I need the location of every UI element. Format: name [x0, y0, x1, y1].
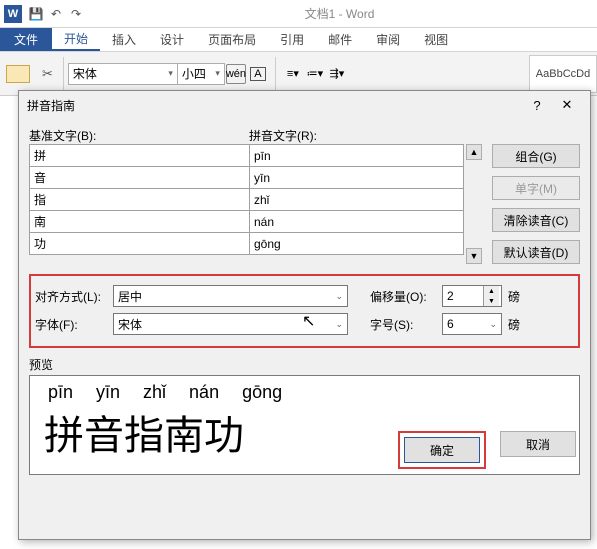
scroll-down-button[interactable]: ▼ — [466, 248, 482, 264]
ruby-cell[interactable]: pīn — [250, 145, 464, 167]
table-row: 功gōng — [30, 233, 464, 255]
spin-up-icon[interactable]: ▲ — [484, 286, 499, 296]
ribbon-tabs: 文件 开始 插入 设计 页面布局 引用 邮件 审阅 视图 — [0, 28, 597, 52]
phonetic-guide-icon[interactable]: wén — [225, 63, 247, 85]
align-select[interactable]: 居中⌄ — [113, 285, 348, 307]
dialog-titlebar: 拼音指南 ? ✕ — [19, 91, 590, 119]
ruby-cell[interactable]: yīn — [250, 167, 464, 189]
font-name-value: 宋体 — [73, 65, 97, 82]
align-label: 对齐方式(L): — [35, 288, 107, 305]
chevron-down-icon: ▾ — [168, 68, 173, 79]
combine-button[interactable]: 组合(G) — [492, 144, 580, 168]
font-label: 字体(F): — [35, 316, 107, 333]
ok-highlight: 确定 — [398, 431, 486, 469]
preview-pinyin: pīn yīn zhǐ nán gōng — [48, 382, 565, 403]
ruby-cell[interactable]: gōng — [250, 233, 464, 255]
scroll-up-button[interactable]: ▲ — [466, 144, 482, 160]
tab-design[interactable]: 设计 — [148, 28, 196, 51]
grid-scrollbar: ▲ ▼ — [466, 144, 482, 264]
size-unit: 磅 — [508, 316, 526, 333]
table-row: 音yīn — [30, 167, 464, 189]
offset-label: 偏移量(O): — [370, 288, 436, 305]
ruby-cell[interactable]: nán — [250, 211, 464, 233]
default-reading-button[interactable]: 默认读音(D) — [492, 240, 580, 264]
ruby-text-label: 拼音文字(R): — [249, 127, 580, 144]
font-size-select[interactable]: 小四 ▾ — [177, 63, 225, 85]
chevron-down-icon: ▾ — [215, 68, 220, 79]
close-button[interactable]: ✕ — [552, 93, 582, 117]
save-icon[interactable]: 💾 — [28, 6, 44, 22]
dialog-title: 拼音指南 — [27, 97, 522, 114]
undo-icon[interactable]: ↶ — [48, 6, 64, 22]
cancel-button[interactable]: 取消 — [500, 431, 576, 457]
cut-icon[interactable]: ✂ — [42, 66, 53, 82]
tab-layout[interactable]: 页面布局 — [196, 28, 268, 51]
preview-label: 预览 — [29, 356, 580, 373]
tab-insert[interactable]: 插入 — [100, 28, 148, 51]
font-size-value: 小四 — [182, 65, 206, 82]
offset-unit: 磅 — [508, 288, 526, 305]
base-cell[interactable]: 指 — [30, 189, 250, 211]
document-title: 文档1 - Word — [86, 5, 593, 22]
chevron-down-icon: ⌄ — [335, 291, 343, 302]
format-options-highlight: 对齐方式(L): 居中⌄ 偏移量(O): ▲▼ 磅 字体(F): 宋体⌄ 字号(… — [29, 274, 580, 348]
table-row: 南nán — [30, 211, 464, 233]
size-label: 字号(S): — [370, 316, 436, 333]
tab-view[interactable]: 视图 — [412, 28, 460, 51]
base-cell[interactable]: 拼 — [30, 145, 250, 167]
base-cell[interactable]: 音 — [30, 167, 250, 189]
clear-reading-button[interactable]: 清除读音(C) — [492, 208, 580, 232]
tab-mail[interactable]: 邮件 — [316, 28, 364, 51]
tab-file[interactable]: 文件 — [0, 28, 52, 51]
size-select[interactable]: 6⌄ — [442, 313, 502, 335]
tab-home[interactable]: 开始 — [52, 28, 100, 51]
base-text-label: 基准文字(B): — [29, 127, 249, 144]
clipboard-group — [0, 65, 36, 83]
base-cell[interactable]: 南 — [30, 211, 250, 233]
base-cell[interactable]: 功 — [30, 233, 250, 255]
single-button: 单字(M) — [492, 176, 580, 200]
tab-review[interactable]: 审阅 — [364, 28, 412, 51]
redo-icon[interactable]: ↷ — [68, 6, 84, 22]
char-border-icon[interactable]: A — [247, 63, 269, 85]
window-titlebar: W 💾 ↶ ↷ 文档1 - Word — [0, 0, 597, 28]
font-select[interactable]: 宋体⌄ — [113, 313, 348, 335]
ruby-cell[interactable]: zhǐ — [250, 189, 464, 211]
style-preview[interactable]: AaBbCcDd — [529, 55, 597, 93]
chevron-down-icon: ⌄ — [489, 319, 497, 330]
multilevel-icon[interactable]: ⇶▾ — [326, 63, 348, 85]
tab-references[interactable]: 引用 — [268, 28, 316, 51]
pinyin-guide-dialog: 拼音指南 ? ✕ 基准文字(B): 拼音文字(R): 拼pīn 音yīn 指zh… — [18, 90, 591, 540]
table-row: 拼pīn — [30, 145, 464, 167]
spin-down-icon[interactable]: ▼ — [484, 296, 499, 306]
chevron-down-icon: ⌄ — [335, 319, 343, 330]
character-grid: 拼pīn 音yīn 指zhǐ 南nán 功gōng — [29, 144, 464, 264]
numbering-icon[interactable]: ≔▾ — [304, 63, 326, 85]
help-button[interactable]: ? — [522, 93, 552, 117]
table-row: 指zhǐ — [30, 189, 464, 211]
offset-spinner[interactable]: ▲▼ — [442, 285, 502, 307]
ok-button[interactable]: 确定 — [404, 437, 480, 463]
paste-icon[interactable] — [6, 65, 30, 83]
offset-input[interactable] — [443, 286, 483, 306]
bullets-icon[interactable]: ≡▾ — [282, 63, 304, 85]
word-logo-icon: W — [4, 5, 22, 23]
font-name-select[interactable]: 宋体 ▾ — [68, 63, 178, 85]
